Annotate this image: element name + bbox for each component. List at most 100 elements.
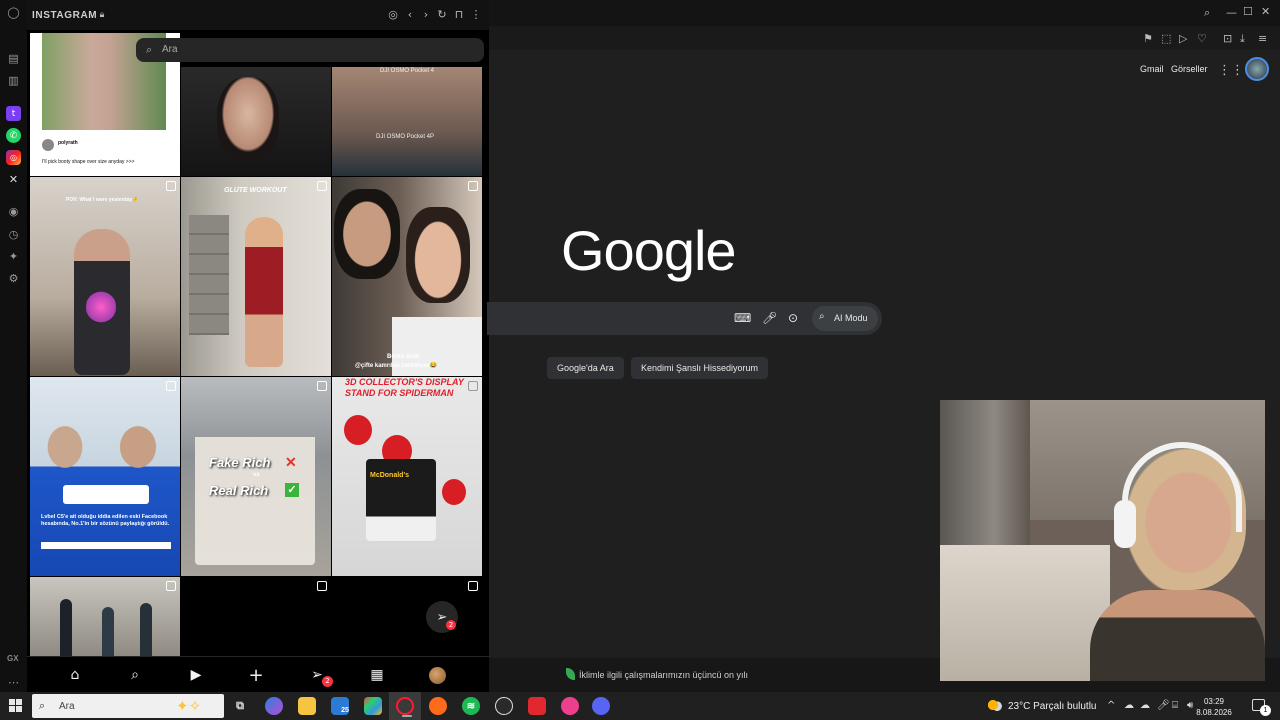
player-icon[interactable]: ◉	[6, 204, 21, 219]
lens-icon[interactable]: ⊙	[788, 311, 798, 325]
task-view-icon[interactable]: ⧉	[231, 697, 249, 715]
footer-link[interactable]: İklimle ilgili çalışmalarımızın üçüncü o…	[579, 670, 748, 680]
show-hidden-icons-icon[interactable]: ^	[1107, 700, 1115, 711]
pin-icon[interactable]: ◎	[387, 8, 399, 22]
notification-icon[interactable]: 1	[1252, 699, 1271, 716]
notification-count-badge: 1	[1260, 705, 1271, 716]
wallet-icon[interactable]: ⊡	[1223, 32, 1232, 45]
volume-icon[interactable]: 🔊︎	[1187, 700, 1193, 711]
cross-icon: ✕	[285, 454, 297, 470]
explore-tile-spiderman[interactable]: 3D COLLECTOR'S DISPLAY STAND FOR SPIDERM…	[332, 377, 482, 576]
video-app-icon[interactable]	[528, 697, 546, 715]
spotify-icon[interactable]: ≋	[462, 697, 480, 715]
more-icon[interactable]: ⋯	[6, 675, 21, 690]
google-search-input[interactable]: ⌨ 🎤︎ ⊙ ⌕ AI Modu	[487, 302, 882, 335]
taskbar-search-input[interactable]: ⌕ Ara ✦✧	[32, 694, 224, 718]
twitch-icon[interactable]: t	[6, 106, 21, 121]
x-twitter-icon[interactable]: ✕	[6, 172, 21, 187]
microphone-icon[interactable]: 🎤︎	[762, 311, 777, 325]
ai-mode-button[interactable]: ⌕ AI Modu	[812, 306, 878, 331]
file-explorer-icon[interactable]	[298, 697, 316, 715]
extensions-icon[interactable]: ✦	[6, 249, 21, 264]
person-image	[245, 217, 283, 367]
explore-tile-pov[interactable]: POV: What I wore yesterday🤌	[30, 177, 180, 376]
lucky-button[interactable]: Kendimi Şanslı Hissediyorum	[631, 357, 769, 379]
whatsapp-icon[interactable]: ✆	[6, 128, 21, 143]
play-icon[interactable]: ▷	[1179, 32, 1187, 45]
steam-icon[interactable]	[495, 697, 513, 715]
gx-corner-icon[interactable]: ▥	[6, 73, 21, 88]
google-apps-icon[interactable]: ⋮⋮	[1218, 63, 1244, 78]
mail-icon[interactable]: 25	[331, 697, 349, 715]
reels-icon[interactable]: ▶	[186, 665, 206, 685]
heart-icon[interactable]: ♡	[1197, 32, 1207, 45]
store-icon[interactable]	[364, 697, 382, 715]
pin-panel-icon[interactable]: ⊓	[453, 8, 465, 22]
osu-icon[interactable]	[561, 697, 579, 715]
explore-tile-borko[interactable]: Borko Anaf @çifte kamrılan zorbalıyor😂	[332, 177, 482, 376]
bottom-nav: ⌂ ⌕ ▶ + ➢ 2 ▦	[27, 656, 489, 692]
panel-menu-icon[interactable]: ⋮	[470, 8, 482, 22]
create-icon[interactable]: +	[246, 665, 266, 686]
messages-icon[interactable]: ➢ 2	[307, 665, 333, 687]
gmail-link[interactable]: Gmail	[1140, 64, 1164, 74]
reload-icon[interactable]: ↻	[436, 8, 448, 22]
google-search-button[interactable]: Google'da Ara	[547, 357, 624, 379]
gx-control-icon[interactable]: ▤	[6, 51, 21, 66]
tweet-text: I'll pick booty shape over size anyday >…	[42, 159, 135, 165]
download-icon[interactable]: ⤓	[1240, 32, 1245, 46]
weather-widget[interactable]: 23°C Parçalı bulutlu	[988, 699, 1097, 712]
search-tabs-icon[interactable]: ⌕	[1204, 6, 1210, 20]
clock[interactable]: 03:29 8.08.2026	[1196, 696, 1232, 718]
network-icon[interactable]: ⌸	[1172, 700, 1178, 711]
face-image	[112, 417, 164, 477]
windows-start-icon[interactable]	[9, 699, 23, 713]
images-link[interactable]: Görseller	[1171, 64, 1208, 74]
opera-gx-icon[interactable]	[396, 697, 414, 717]
ai-search-icon: ⌕	[819, 311, 825, 322]
menu-icon[interactable]: ≡	[1258, 32, 1267, 45]
close-icon[interactable]: ✕	[1261, 5, 1270, 18]
minimize-icon[interactable]: —	[1226, 6, 1237, 19]
history-icon[interactable]: ◷	[6, 227, 21, 242]
explore-tile-osmo[interactable]: DJI OSMO Pocket 4 DJI OSMO Pocket 4P	[332, 67, 482, 176]
profile-nav[interactable]	[427, 665, 447, 685]
explore-tile-glute[interactable]: GLUTE WORKOUT	[181, 177, 331, 376]
clock-date: 8.08.2026	[1196, 708, 1232, 717]
instagram-sidebar-icon[interactable]: ◎	[6, 150, 21, 165]
keyboard-icon[interactable]: ⌨	[734, 311, 751, 325]
discord-icon[interactable]	[592, 697, 610, 715]
back-icon[interactable]: ‹	[404, 8, 416, 22]
explore-tile-hallway[interactable]	[30, 577, 180, 656]
onedrive-icon[interactable]: ☁	[1124, 700, 1134, 711]
mic-tray-icon[interactable]: 🎤︎	[1157, 700, 1170, 711]
maximize-icon[interactable]: ☐	[1243, 5, 1253, 18]
copilot-icon[interactable]	[265, 697, 283, 715]
person-image	[102, 607, 114, 656]
tweet-handle: polyrath	[58, 140, 78, 146]
explore-tile-dark-2[interactable]	[332, 577, 482, 656]
borko-caption: @çifte kamrılan zorbalıyor😂	[355, 363, 438, 369]
reel-icon	[166, 381, 176, 391]
firefox-icon[interactable]	[429, 697, 447, 715]
messages-float-button[interactable]: ➢ 2	[426, 601, 458, 633]
insights-icon[interactable]: ▦	[367, 665, 387, 685]
cloud-icon[interactable]: ☁	[1140, 700, 1150, 711]
explore-tile-dark[interactable]	[181, 577, 331, 656]
spiderman-figure	[442, 479, 466, 505]
snapshot-icon[interactable]: ⬚	[1161, 32, 1171, 45]
avatar[interactable]	[1245, 57, 1269, 81]
bookmark-icon[interactable]: ⚑	[1143, 32, 1153, 45]
search-nav-icon[interactable]: ⌕	[125, 665, 145, 685]
settings-icon[interactable]: ⚙	[6, 271, 21, 286]
forward-icon[interactable]: ›	[420, 8, 432, 22]
explore-tile-selfie[interactable]	[181, 67, 331, 176]
explore-tile-rich[interactable]: Fake Rich ✕ vs Real Rich ✓	[181, 377, 331, 576]
home-icon[interactable]: ⌂	[65, 665, 85, 685]
search-icon: ⌕	[146, 43, 153, 56]
search-input[interactable]: ⌕ Ara	[136, 38, 484, 62]
address-bar[interactable]: ⚑ ⬚ ▷ ♡ ⊡ ⤓ ≡	[489, 26, 1280, 50]
opera-logo-icon[interactable]: ◯	[6, 5, 21, 20]
sp-title-2: STAND FOR SPIDERMAN	[345, 388, 454, 398]
explore-tile-news[interactable]: Lvbel C5'e ait olduğu iddia edilen eski …	[30, 377, 180, 576]
